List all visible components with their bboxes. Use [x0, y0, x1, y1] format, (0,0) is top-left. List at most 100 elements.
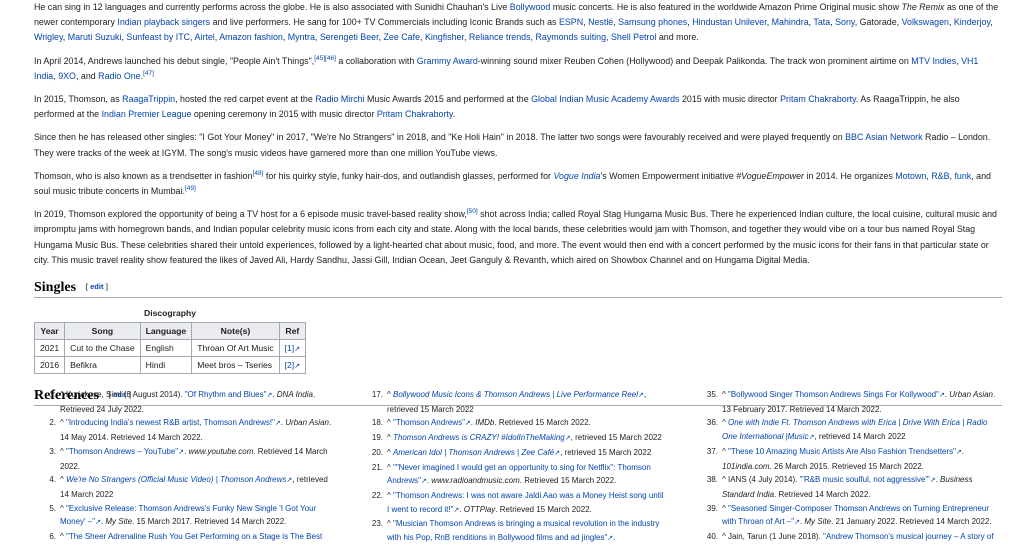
- inline-link[interactable]: We're No Strangers (Official Music Video…: [66, 475, 286, 484]
- text-run: 2015 with music director: [679, 94, 781, 105]
- reference-number: 23.: [371, 519, 383, 529]
- text-run: , and: [75, 70, 99, 81]
- text-run: My Site: [105, 517, 133, 527]
- inline-link[interactable]: Zee Cafe: [384, 32, 421, 42]
- inline-link[interactable]: Pritam Chakraborty: [377, 109, 453, 119]
- text-run: Urban Asian: [949, 390, 994, 399]
- song-cell: Befikra: [64, 356, 141, 375]
- text-run: music concerts. He is also featured in t…: [550, 2, 902, 12]
- inline-link[interactable]: Kinderjoy: [954, 17, 990, 27]
- inline-link[interactable]: Maruti Suzuki: [68, 32, 122, 42]
- discography-table: Discography Year Song Language Note(s) R…: [33, 308, 307, 375]
- inline-link[interactable]: Bollywood Music Icons & Thomson Andrews …: [393, 390, 638, 399]
- ref-link[interactable]: [1]: [285, 343, 295, 353]
- inline-link[interactable]: American Idol | Thomson Andrews | Zee Ca…: [393, 448, 554, 457]
- inline-link[interactable]: Shell Petrol: [611, 32, 656, 42]
- reference-item: 21. ^ ""Never imagined I would get an opp…: [361, 461, 666, 489]
- inline-link[interactable]: Radio Mirchi: [315, 94, 364, 104]
- inline-link[interactable]: "Introducing India's newest R&B artist, …: [66, 418, 275, 427]
- notes-cell: Meet bros – Tseries: [191, 356, 280, 375]
- column-header: Year: [33, 322, 66, 341]
- inline-link[interactable]: Amazon fashion: [219, 32, 283, 42]
- reference-number: 20.: [371, 447, 383, 457]
- paragraph-fashion: Thomson, who is also known as a trendset…: [34, 169, 1002, 199]
- inline-link[interactable]: Kingfisher: [425, 32, 464, 42]
- citation-link[interactable]: [47]: [143, 70, 154, 77]
- inline-link[interactable]: "The Sheer Adrenaline Rush You Get Perfo…: [66, 532, 322, 541]
- text-run: , Gatorade,: [854, 17, 902, 28]
- inline-link[interactable]: "Of Rhythm and Blues": [185, 390, 267, 399]
- inline-link[interactable]: Volkswagen: [902, 17, 949, 27]
- column-header: Note(s): [191, 322, 280, 341]
- inline-link[interactable]: "Andrew Thomson's musical journey – A st…: [823, 532, 994, 541]
- inline-link[interactable]: Serengeti Beer: [320, 32, 379, 42]
- citation-link[interactable]: [49]: [185, 185, 196, 192]
- inline-link[interactable]: Airtel: [195, 32, 215, 42]
- inline-link[interactable]: "These 10 Amazing Music Artists Are Also…: [728, 447, 956, 456]
- year-cell: 2016: [33, 356, 66, 375]
- ref-link[interactable]: [2]: [285, 360, 295, 370]
- reference-number: 36.: [706, 418, 718, 428]
- inline-link[interactable]: "Musician Thomson Andrews is bringing a …: [387, 519, 659, 542]
- singles-edit-link[interactable]: [ edit ]: [86, 282, 109, 291]
- inline-link[interactable]: Global Indian Music Academy Awards: [531, 94, 679, 104]
- reference-item: 18. ^ "Thomson Andrews"↗. IMDb. Retrieved…: [361, 416, 666, 431]
- reference-number: 1.: [49, 390, 56, 399]
- text-run: -winning sound mixer Reuben Cohen (Holly…: [477, 55, 912, 66]
- inline-link[interactable]: Grammy Award: [417, 56, 478, 66]
- inline-link[interactable]: R&B: [931, 171, 949, 181]
- inline-link[interactable]: 9XO: [58, 71, 76, 81]
- reference-item: 23. ^ "Musician Thomson Andrews is bringi…: [361, 517, 666, 545]
- text-run: . Retrieved 15 March 2022.: [495, 504, 592, 514]
- citation-link[interactable]: [48]: [253, 170, 264, 177]
- inline-link[interactable]: "Bollywood Singer Thomson Andrews Sings …: [728, 390, 939, 399]
- text-run: www.youtube.com: [188, 446, 254, 456]
- reference-number: 35.: [706, 390, 718, 399]
- inline-link[interactable]: BBC Asian Network: [845, 132, 922, 142]
- inline-link[interactable]: Sunfeast by ITC: [126, 32, 190, 42]
- inline-link[interactable]: Mahindra: [772, 17, 809, 27]
- inline-link[interactable]: Hindustan Unilever: [692, 17, 767, 27]
- inline-link[interactable]: ESPN: [559, 17, 583, 27]
- inline-link[interactable]: Myntra: [288, 32, 315, 42]
- inline-link[interactable]: Wrigley: [34, 32, 63, 42]
- text-run: IANS (4 July 2014).: [727, 475, 800, 485]
- inline-link[interactable]: Indian playback singers: [117, 17, 210, 27]
- reference-item: 17. ^ Bollywood Music Icons & Thomson And…: [361, 388, 666, 416]
- inline-link[interactable]: RaagaTrippin: [122, 94, 175, 104]
- inline-link[interactable]: Reliance trends: [469, 32, 531, 42]
- inline-link[interactable]: "'R&B music soulful, not aggressive'": [800, 475, 930, 484]
- reference-number: 2.: [49, 418, 56, 428]
- inline-link[interactable]: funk: [954, 171, 971, 181]
- inline-link[interactable]: Tata: [813, 17, 830, 27]
- inline-link[interactable]: Pritam Chakraborty: [780, 94, 856, 104]
- reference-number: 4.: [49, 475, 56, 485]
- reference-number: 22.: [371, 490, 383, 500]
- inline-link[interactable]: Sony: [835, 17, 855, 27]
- inline-link[interactable]: Radio One: [98, 71, 140, 81]
- inline-link[interactable]: Raymonds suiting: [535, 32, 606, 42]
- text-run: for his quirky style, funky hair-dos, an…: [263, 170, 554, 181]
- inline-link[interactable]: MTV Indies: [911, 56, 956, 66]
- citation-link[interactable]: [50]: [467, 208, 478, 216]
- citation-link[interactable]: [45][46]: [314, 55, 336, 62]
- column-header: Language: [139, 322, 193, 341]
- inline-link[interactable]: Thomson Andrews is CRAZY! #IdolInTheMaki…: [393, 433, 565, 442]
- text-run: Since then he has released other singles…: [34, 132, 846, 143]
- inline-link[interactable]: "Thomson Andrews": [393, 418, 465, 427]
- inline-link[interactable]: Vogue India: [553, 171, 600, 181]
- inline-link[interactable]: Samsung phones: [618, 17, 687, 27]
- text-run: . Retrieved 15 March 2022.: [519, 476, 617, 486]
- singles-heading: Singles [ edit ]: [34, 280, 1002, 299]
- inline-link[interactable]: "Thomson Andrews – YouTube": [66, 447, 178, 456]
- inline-link[interactable]: Bollywood: [510, 2, 550, 12]
- text-run: , retrieved 14 March 2022: [814, 432, 906, 442]
- inline-link[interactable]: Nestlé: [588, 17, 613, 27]
- text-run: ,: [990, 17, 993, 28]
- singles-edit-label[interactable]: edit: [90, 282, 103, 291]
- inline-link[interactable]: Indian Premier League: [102, 109, 192, 119]
- reference-number: 3.: [49, 446, 56, 456]
- inline-link[interactable]: Motown: [895, 171, 926, 181]
- language-cell: English: [139, 339, 193, 358]
- notes-cell: Throan Of Art Music: [191, 339, 280, 358]
